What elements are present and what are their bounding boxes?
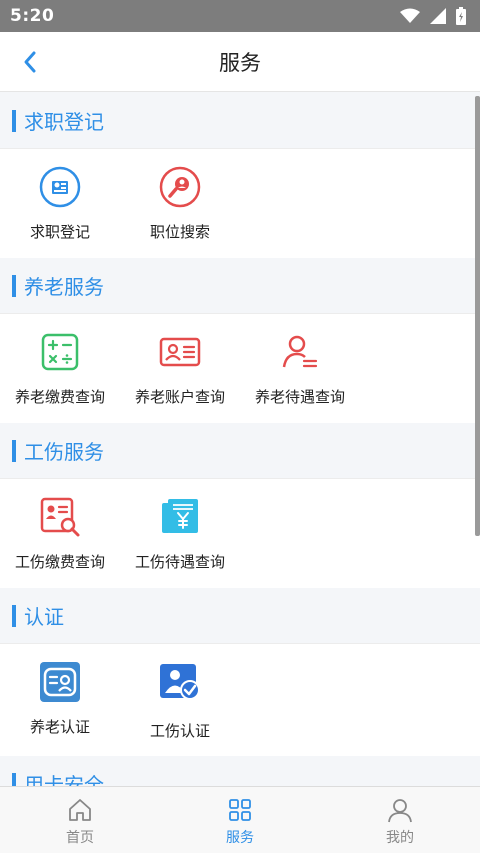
section-header-pension: 养老服务	[0, 258, 480, 313]
tile-label: 养老缴费查询	[14, 388, 105, 406]
battery-icon	[456, 7, 466, 25]
section-accent-bar	[12, 109, 16, 132]
tile-injury-auth[interactable]: 工伤认证	[120, 644, 240, 756]
tab-label: 服务	[226, 830, 254, 846]
tile-label: 养老待遇查询	[254, 388, 345, 406]
tile-label: 工伤待遇查询	[134, 553, 225, 571]
tile-label: 求职登记	[29, 223, 90, 241]
bottom-tab-bar: 首页 服务 我的	[0, 786, 480, 853]
section-header-injury: 工伤服务	[0, 423, 480, 478]
tile-pension-payment[interactable]: 养老缴费查询	[0, 314, 120, 423]
job-search-icon	[158, 165, 202, 209]
service-list[interactable]: 求职登记 求职登记 职位搜索 养老服务 养老缴费查询 养老账户查询 养老待遇查询…	[0, 93, 480, 786]
id-card-icon	[158, 330, 202, 374]
yuan-document-icon	[158, 495, 202, 539]
tile-label: 养老账户查询	[134, 388, 225, 406]
tab-home[interactable]: 首页	[0, 787, 160, 853]
wifi-icon	[400, 8, 420, 23]
tile-label: 养老认证	[29, 718, 90, 736]
status-icons	[400, 7, 466, 25]
grid-icon	[229, 799, 251, 821]
tile-job-register[interactable]: 求职登记	[0, 149, 120, 258]
tile-pension-account[interactable]: 养老账户查询	[120, 314, 240, 423]
tile-label: 职位搜索	[149, 223, 210, 241]
section-accent-bar	[12, 274, 16, 297]
tab-service[interactable]: 服务	[160, 787, 320, 853]
section-header-auth: 认证	[0, 588, 480, 643]
status-time: 5:20	[10, 6, 55, 26]
scrollbar-thumb[interactable]	[475, 96, 480, 536]
status-bar: 5:20	[0, 0, 480, 32]
tile-pension-benefit[interactable]: 养老待遇查询	[240, 314, 360, 423]
section-title: 认证	[24, 605, 64, 629]
pension-auth-icon	[38, 660, 82, 704]
page-title: 服务	[219, 50, 261, 75]
calculator-icon	[38, 330, 82, 374]
section-accent-bar	[12, 439, 16, 462]
section-accent-bar	[12, 604, 16, 627]
section-header-card-security: 用卡安全	[0, 756, 480, 786]
tile-label: 工伤认证	[149, 722, 210, 740]
document-search-icon	[38, 495, 82, 539]
back-button[interactable]	[14, 46, 46, 78]
section-grid-job: 求职登记 职位搜索	[0, 148, 480, 258]
section-title: 养老服务	[24, 275, 104, 299]
tile-injury-benefit[interactable]: 工伤待遇查询	[120, 479, 240, 588]
tile-injury-payment[interactable]: 工伤缴费查询	[0, 479, 120, 588]
person-list-icon	[278, 330, 322, 374]
nav-bar: 服务	[0, 32, 480, 92]
person-icon	[388, 799, 412, 823]
section-title: 工伤服务	[24, 440, 104, 464]
section-accent-bar	[12, 772, 16, 786]
tab-label: 我的	[386, 830, 414, 846]
section-grid-injury: 工伤缴费查询 工伤待遇查询	[0, 478, 480, 588]
tab-label: 首页	[66, 830, 94, 846]
section-grid-auth: 养老认证 工伤认证	[0, 643, 480, 756]
section-header-job: 求职登记	[0, 93, 480, 148]
tab-mine[interactable]: 我的	[320, 787, 480, 853]
section-title: 求职登记	[24, 110, 104, 134]
tile-label: 工伤缴费查询	[14, 553, 105, 571]
section-title: 用卡安全	[24, 773, 104, 786]
job-register-icon	[38, 165, 82, 209]
section-grid-pension: 养老缴费查询 养老账户查询 养老待遇查询	[0, 313, 480, 423]
chevron-left-icon	[24, 51, 36, 73]
tile-job-search[interactable]: 职位搜索	[120, 149, 240, 258]
home-icon	[69, 799, 91, 821]
signal-icon	[430, 8, 446, 24]
tile-pension-auth[interactable]: 养老认证	[0, 644, 120, 756]
injury-auth-icon	[158, 660, 202, 704]
